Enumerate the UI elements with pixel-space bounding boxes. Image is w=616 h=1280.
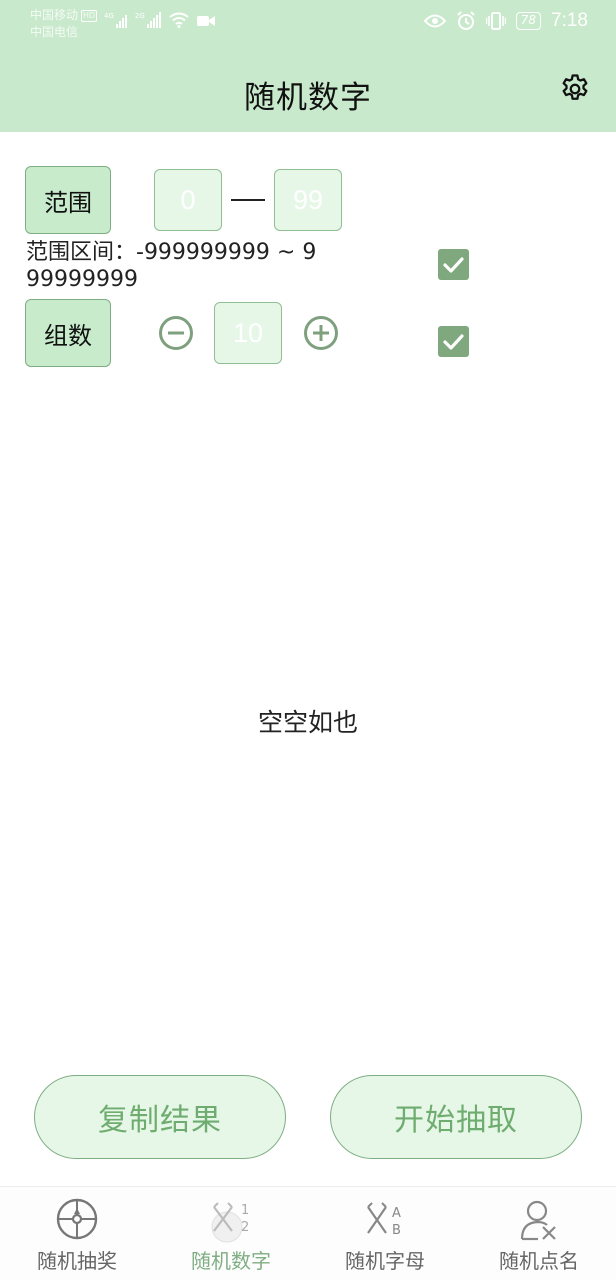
- settings-button[interactable]: [558, 72, 592, 106]
- signal-1-type: 4G: [104, 12, 114, 20]
- range-checkbox[interactable]: [438, 249, 469, 280]
- group-checkbox[interactable]: [438, 326, 469, 357]
- carrier-info: 中国移动 HD 中国电信: [30, 7, 98, 41]
- eye-icon: [423, 14, 446, 28]
- range-button[interactable]: 范围: [25, 166, 111, 234]
- nav-label-random-number: 随机数字: [191, 1249, 271, 1273]
- bottom-navigation: 随机抽奖 1 2 随机数字 A B 随机字母 随机点名: [0, 1186, 616, 1280]
- status-right: 78 7:18: [423, 10, 588, 32]
- increment-button[interactable]: [303, 315, 339, 351]
- carrier-2-label: 中国电信: [30, 25, 79, 39]
- empty-state-text: 空空如也: [257, 708, 358, 737]
- clock: 7:18: [551, 10, 588, 31]
- wifi-icon: [169, 12, 189, 28]
- range-info-text: 范围区间：-999999999 ~ 999999999: [26, 240, 317, 292]
- svg-text:B: B: [392, 1223, 401, 1238]
- start-draw-button[interactable]: 开始抽取: [330, 1075, 582, 1159]
- signal-icons: 4G 2G: [104, 12, 215, 28]
- plus-circle-icon: [304, 316, 338, 350]
- group-count-input[interactable]: 10: [214, 302, 282, 364]
- hd-badge: HD: [81, 9, 98, 22]
- random-letter-icon: A B: [367, 1202, 401, 1238]
- check-icon: [443, 334, 464, 350]
- signal-icon: 4G: [104, 12, 127, 28]
- page-title: 随机数字: [244, 80, 372, 116]
- random-person-icon: [520, 1200, 556, 1241]
- nav-item-random-letter[interactable]: A B 随机字母: [308, 1187, 462, 1280]
- random-number-icon: 1 2: [211, 1202, 249, 1243]
- app-bar: 随机数字: [0, 48, 616, 132]
- gear-icon: [562, 74, 588, 100]
- decrement-button[interactable]: [158, 315, 194, 351]
- battery-indicator: 78: [515, 12, 542, 30]
- check-icon: [443, 257, 464, 273]
- range-separator: [231, 199, 265, 201]
- alarm-icon: [457, 11, 475, 30]
- status-bar: 中国移动 HD 中国电信 4G 2G 78 7:18: [0, 0, 616, 48]
- range-max-input[interactable]: 99: [274, 169, 342, 231]
- signal-2-type: 2G: [134, 12, 145, 20]
- nav-item-random-person[interactable]: 随机点名: [462, 1187, 616, 1280]
- svg-text:A: A: [392, 1206, 401, 1221]
- group-count-button[interactable]: 组数: [25, 299, 111, 367]
- minus-circle-icon: [159, 316, 193, 350]
- video-call-icon: [196, 16, 215, 26]
- nav-label-random-person: 随机点名: [499, 1249, 579, 1273]
- svg-text:2: 2: [241, 1220, 249, 1235]
- wheel-icon: [56, 1198, 98, 1240]
- nav-label-random-letter: 随机字母: [345, 1249, 425, 1273]
- signal-icon: 2G: [135, 12, 161, 28]
- range-min-input[interactable]: 0: [154, 169, 222, 231]
- nav-item-random-number[interactable]: 1 2 随机数字: [154, 1187, 308, 1280]
- svg-text:1: 1: [241, 1203, 249, 1218]
- carrier-1-label: 中国移动: [30, 8, 79, 22]
- nav-label-lottery: 随机抽奖: [37, 1249, 117, 1273]
- nav-item-lottery[interactable]: 随机抽奖: [0, 1187, 154, 1280]
- copy-result-button[interactable]: 复制结果: [34, 1075, 286, 1159]
- vibrate-icon: [485, 12, 506, 30]
